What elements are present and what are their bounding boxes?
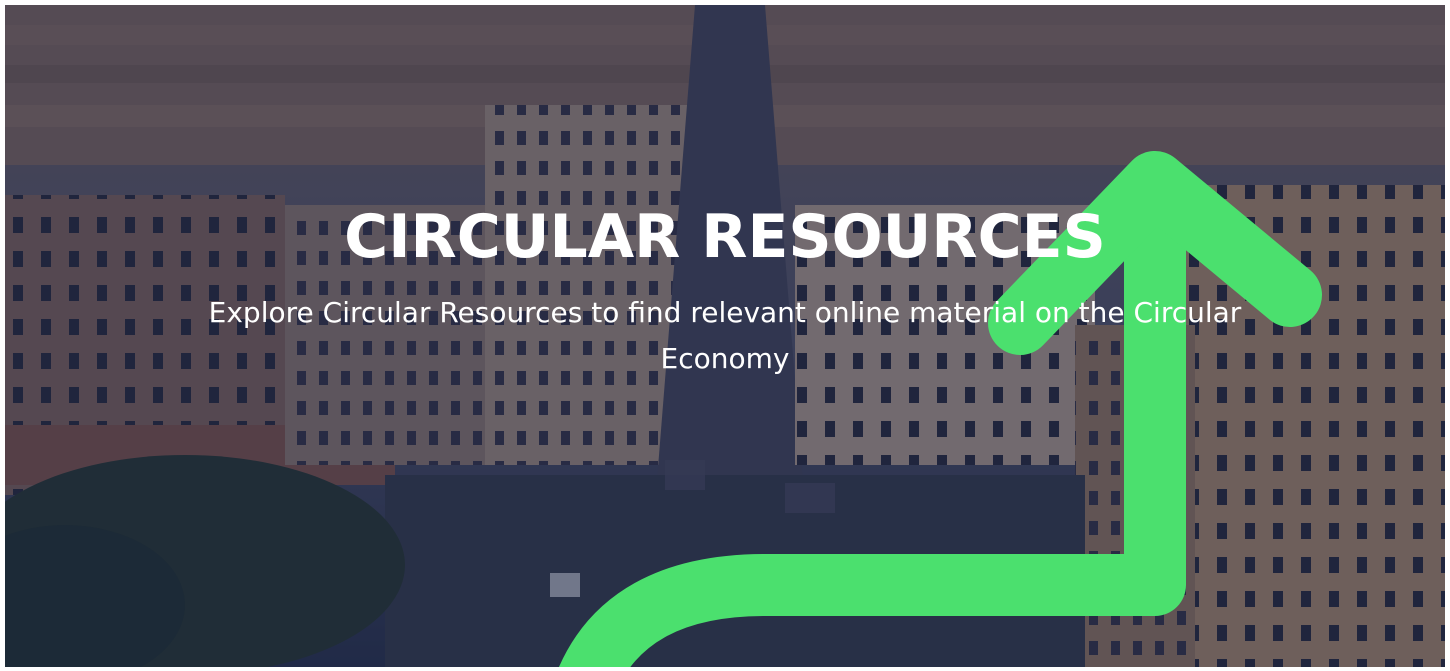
page-title: CIRCULAR RESOURCES (344, 202, 1106, 272)
hero-banner: CIRCULAR RESOURCES Explore Circular Reso… (5, 5, 1445, 667)
page-subtitle: Explore Circular Resources to find relev… (208, 296, 1242, 375)
